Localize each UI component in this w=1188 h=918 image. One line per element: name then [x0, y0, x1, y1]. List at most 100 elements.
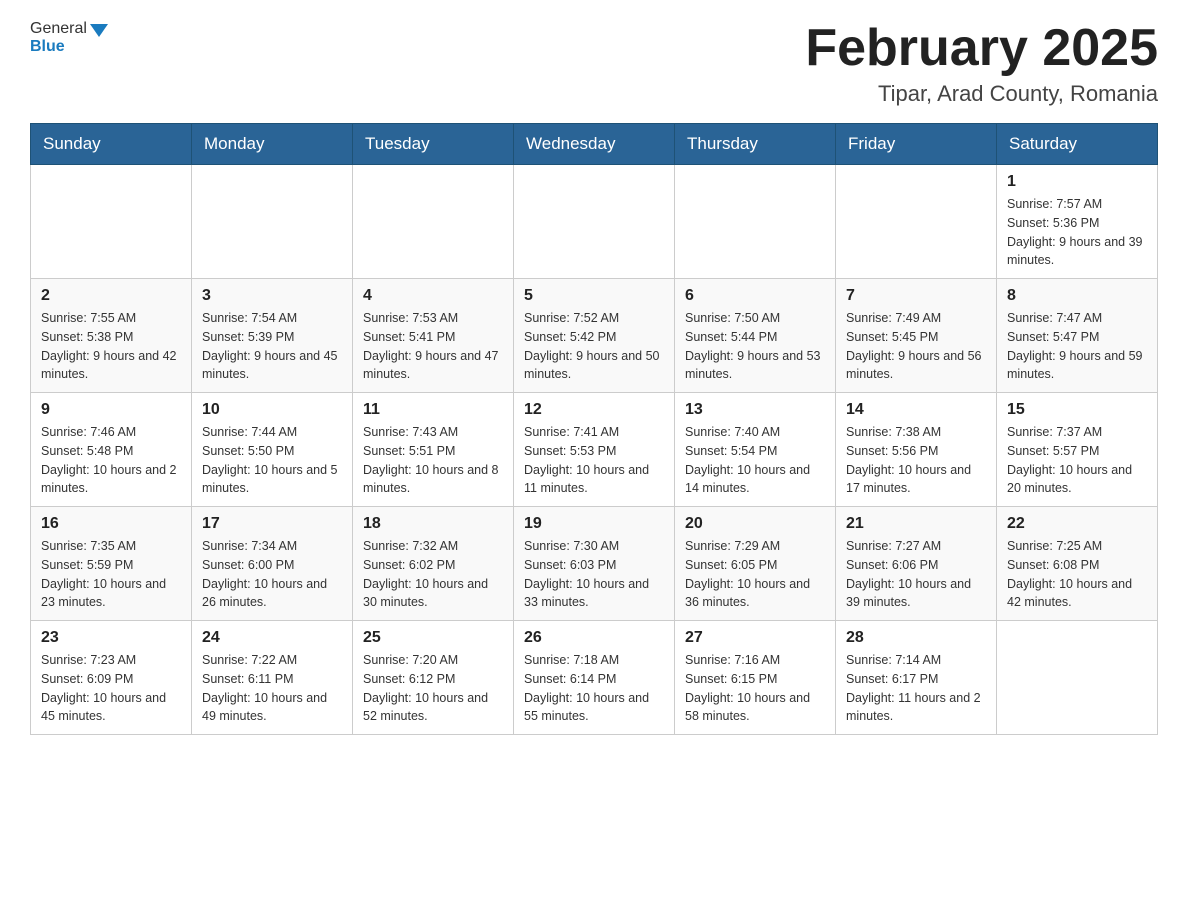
day-number: 6: [685, 287, 825, 305]
calendar-week-row: 1 Sunrise: 7:57 AM Sunset: 5:36 PM Daylig…: [31, 165, 1158, 279]
calendar-cell: 24Sunrise: 7:22 AM Sunset: 6:11 PM Dayli…: [192, 621, 353, 735]
calendar-cell: 9Sunrise: 7:46 AM Sunset: 5:48 PM Daylig…: [31, 393, 192, 507]
weekday-header-monday: Monday: [192, 124, 353, 165]
day-number: 4: [363, 287, 503, 305]
day-info: Sunrise: 7:18 AM Sunset: 6:14 PM Dayligh…: [524, 651, 664, 726]
day-number: 20: [685, 515, 825, 533]
calendar-body: 1 Sunrise: 7:57 AM Sunset: 5:36 PM Daylig…: [31, 165, 1158, 735]
calendar-cell: 4Sunrise: 7:53 AM Sunset: 5:41 PM Daylig…: [353, 279, 514, 393]
day-number: 2: [41, 287, 181, 305]
day-number: 22: [1007, 515, 1147, 533]
calendar-cell: 11 Sunrise: 7:43 AM Sunset: 5:51 PM Dayli…: [353, 393, 514, 507]
day-info: Sunrise: 7:47 AM Sunset: 5:47 PM Dayligh…: [1007, 309, 1147, 384]
day-number: 17: [202, 515, 342, 533]
day-number: 19: [524, 515, 664, 533]
weekday-header-tuesday: Tuesday: [353, 124, 514, 165]
day-number: 11: [363, 401, 503, 419]
calendar-cell: 17 Sunrise: 7:34 AM Sunset: 6:00 PM Dayli…: [192, 507, 353, 621]
location-text: Tipar, Arad County, Romania: [805, 81, 1158, 107]
weekday-header-wednesday: Wednesday: [514, 124, 675, 165]
day-number: 15: [1007, 401, 1147, 419]
day-info: Sunrise: 7:46 AM Sunset: 5:48 PM Dayligh…: [41, 423, 181, 498]
calendar-cell: 23 Sunrise: 7:23 AM Sunset: 6:09 PM Dayli…: [31, 621, 192, 735]
day-info: Sunrise: 7:34 AM Sunset: 6:00 PM Dayligh…: [202, 537, 342, 612]
calendar-cell: 22Sunrise: 7:25 AM Sunset: 6:08 PM Dayli…: [997, 507, 1158, 621]
month-title: February 2025: [805, 20, 1158, 77]
page-header: General Blue February 2025 Tipar, Arad C…: [30, 20, 1158, 107]
day-info: Sunrise: 7:41 AM Sunset: 5:53 PM Dayligh…: [524, 423, 664, 498]
day-info: Sunrise: 7:49 AM Sunset: 5:45 PM Dayligh…: [846, 309, 986, 384]
calendar-cell: 20 Sunrise: 7:29 AM Sunset: 6:05 PM Dayli…: [675, 507, 836, 621]
calendar-cell: 16 Sunrise: 7:35 AM Sunset: 5:59 PM Dayli…: [31, 507, 192, 621]
calendar-cell: [353, 165, 514, 279]
day-info: Sunrise: 7:30 AM Sunset: 6:03 PM Dayligh…: [524, 537, 664, 612]
calendar-cell: 21 Sunrise: 7:27 AM Sunset: 6:06 PM Dayli…: [836, 507, 997, 621]
calendar-cell: 19 Sunrise: 7:30 AM Sunset: 6:03 PM Dayli…: [514, 507, 675, 621]
day-info: Sunrise: 7:35 AM Sunset: 5:59 PM Dayligh…: [41, 537, 181, 612]
day-info: Sunrise: 7:54 AM Sunset: 5:39 PM Dayligh…: [202, 309, 342, 384]
calendar-cell: [31, 165, 192, 279]
logo: General Blue: [30, 20, 108, 56]
weekday-header-sunday: Sunday: [31, 124, 192, 165]
day-info: Sunrise: 7:38 AM Sunset: 5:56 PM Dayligh…: [846, 423, 986, 498]
calendar-cell: 14 Sunrise: 7:38 AM Sunset: 5:56 PM Dayli…: [836, 393, 997, 507]
calendar-cell: 27 Sunrise: 7:16 AM Sunset: 6:15 PM Dayli…: [675, 621, 836, 735]
day-number: 21: [846, 515, 986, 533]
day-info: Sunrise: 7:27 AM Sunset: 6:06 PM Dayligh…: [846, 537, 986, 612]
day-info: Sunrise: 7:50 AM Sunset: 5:44 PM Dayligh…: [685, 309, 825, 384]
day-info: Sunrise: 7:43 AM Sunset: 5:51 PM Dayligh…: [363, 423, 503, 498]
day-number: 1: [1007, 173, 1147, 191]
calendar-table: SundayMondayTuesdayWednesdayThursdayFrid…: [30, 123, 1158, 735]
calendar-cell: 6 Sunrise: 7:50 AM Sunset: 5:44 PM Daylig…: [675, 279, 836, 393]
day-number: 26: [524, 629, 664, 647]
day-number: 12: [524, 401, 664, 419]
day-number: 25: [363, 629, 503, 647]
calendar-cell: 3 Sunrise: 7:54 AM Sunset: 5:39 PM Daylig…: [192, 279, 353, 393]
day-number: 10: [202, 401, 342, 419]
day-info: Sunrise: 7:20 AM Sunset: 6:12 PM Dayligh…: [363, 651, 503, 726]
day-info: Sunrise: 7:22 AM Sunset: 6:11 PM Dayligh…: [202, 651, 342, 726]
calendar-cell: 2 Sunrise: 7:55 AM Sunset: 5:38 PM Daylig…: [31, 279, 192, 393]
calendar-week-row: 16 Sunrise: 7:35 AM Sunset: 5:59 PM Dayli…: [31, 507, 1158, 621]
day-info: Sunrise: 7:14 AM Sunset: 6:17 PM Dayligh…: [846, 651, 986, 726]
day-number: 7: [846, 287, 986, 305]
calendar-cell: 8Sunrise: 7:47 AM Sunset: 5:47 PM Daylig…: [997, 279, 1158, 393]
calendar-cell: 26 Sunrise: 7:18 AM Sunset: 6:14 PM Dayli…: [514, 621, 675, 735]
calendar-cell: 13Sunrise: 7:40 AM Sunset: 5:54 PM Dayli…: [675, 393, 836, 507]
day-info: Sunrise: 7:16 AM Sunset: 6:15 PM Dayligh…: [685, 651, 825, 726]
calendar-week-row: 2 Sunrise: 7:55 AM Sunset: 5:38 PM Daylig…: [31, 279, 1158, 393]
calendar-cell: 1 Sunrise: 7:57 AM Sunset: 5:36 PM Daylig…: [997, 165, 1158, 279]
day-number: 23: [41, 629, 181, 647]
day-info: Sunrise: 7:55 AM Sunset: 5:38 PM Dayligh…: [41, 309, 181, 384]
calendar-week-row: 23 Sunrise: 7:23 AM Sunset: 6:09 PM Dayli…: [31, 621, 1158, 735]
calendar-cell: 7 Sunrise: 7:49 AM Sunset: 5:45 PM Daylig…: [836, 279, 997, 393]
weekday-header-saturday: Saturday: [997, 124, 1158, 165]
header-row: SundayMondayTuesdayWednesdayThursdayFrid…: [31, 124, 1158, 165]
day-info: Sunrise: 7:32 AM Sunset: 6:02 PM Dayligh…: [363, 537, 503, 612]
day-info: Sunrise: 7:29 AM Sunset: 6:05 PM Dayligh…: [685, 537, 825, 612]
calendar-cell: 10 Sunrise: 7:44 AM Sunset: 5:50 PM Dayli…: [192, 393, 353, 507]
day-number: 18: [363, 515, 503, 533]
day-number: 14: [846, 401, 986, 419]
logo-arrow-icon: [90, 24, 108, 37]
day-info: Sunrise: 7:44 AM Sunset: 5:50 PM Dayligh…: [202, 423, 342, 498]
day-info: Sunrise: 7:23 AM Sunset: 6:09 PM Dayligh…: [41, 651, 181, 726]
day-number: 27: [685, 629, 825, 647]
calendar-cell: [836, 165, 997, 279]
calendar-cell: [997, 621, 1158, 735]
day-number: 16: [41, 515, 181, 533]
calendar-week-row: 9Sunrise: 7:46 AM Sunset: 5:48 PM Daylig…: [31, 393, 1158, 507]
day-info: Sunrise: 7:57 AM Sunset: 5:36 PM Dayligh…: [1007, 195, 1147, 270]
logo-blue-text: Blue: [30, 38, 65, 56]
day-info: Sunrise: 7:37 AM Sunset: 5:57 PM Dayligh…: [1007, 423, 1147, 498]
calendar-cell: [675, 165, 836, 279]
day-info: Sunrise: 7:52 AM Sunset: 5:42 PM Dayligh…: [524, 309, 664, 384]
calendar-cell: 18 Sunrise: 7:32 AM Sunset: 6:02 PM Dayli…: [353, 507, 514, 621]
calendar-cell: 12 Sunrise: 7:41 AM Sunset: 5:53 PM Dayli…: [514, 393, 675, 507]
calendar-cell: [514, 165, 675, 279]
day-number: 28: [846, 629, 986, 647]
day-number: 5: [524, 287, 664, 305]
calendar-header: SundayMondayTuesdayWednesdayThursdayFrid…: [31, 124, 1158, 165]
day-number: 3: [202, 287, 342, 305]
calendar-cell: 5 Sunrise: 7:52 AM Sunset: 5:42 PM Daylig…: [514, 279, 675, 393]
